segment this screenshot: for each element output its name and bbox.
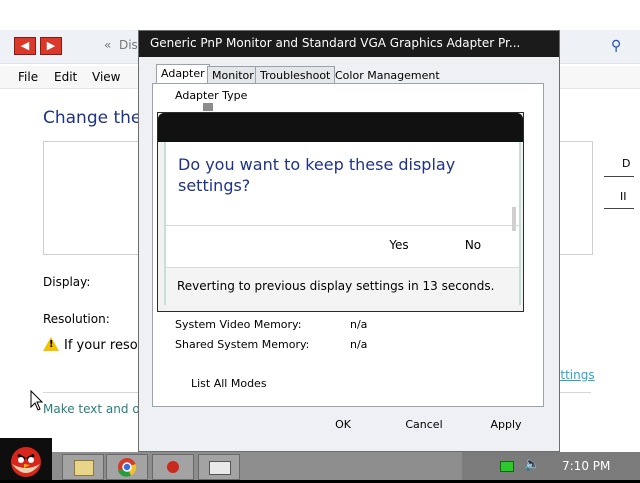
taskbar-app-chrome[interactable] [106,454,148,480]
breadcrumb-prefix: « [104,38,112,52]
dialog-titlebar [158,113,523,142]
breadcrumb-text: Dis [118,38,138,52]
identify-button-text[interactable]: D [622,157,630,170]
system-video-memory-label: System Video Memory: [175,318,302,331]
resolution-label: Resolution: [43,312,110,326]
search-icon[interactable]: ⚲ [611,38,621,54]
forward-arrow-icon[interactable]: ▶ [40,37,62,55]
volume-icon[interactable]: 🔈 [524,457,540,472]
page-title: Change the [43,108,142,128]
detect-button-text[interactable]: II [620,190,627,203]
system-tray [462,452,640,480]
taskbar-app-display[interactable] [198,454,240,480]
revert-countdown-text: Reverting to previous display settings i… [177,279,495,293]
ok-button[interactable]: OK [311,415,375,435]
menu-view[interactable]: View [92,70,120,84]
dialog-title: Generic PnP Monitor and Standard VGA Gra… [150,36,521,50]
start-button[interactable] [0,438,52,480]
bird-app-icon [167,461,179,473]
adapter-type-label: Adapter Type [175,89,248,102]
dialog-body: Do you want to keep these display settin… [164,142,521,305]
no-button[interactable]: No [458,238,488,252]
taskbar-app-game[interactable] [152,454,194,480]
dialog-footer: Reverting to previous display settings i… [166,268,519,305]
menu-edit[interactable]: Edit [54,70,77,84]
breadcrumb[interactable]: « Dis [104,38,138,52]
dialog-titlebar[interactable]: Generic PnP Monitor and Standard VGA Gra… [139,31,559,57]
warning-text: If your resol [64,338,142,353]
back-arrow-icon[interactable]: ◀ [14,37,36,55]
divider [166,225,519,226]
menu-file[interactable]: File [18,70,38,84]
scrollbar[interactable] [512,207,516,231]
shared-system-memory-label: Shared System Memory: [175,338,310,351]
network-icon[interactable] [500,461,514,472]
warning-icon-mark: ! [49,339,54,350]
shared-system-memory-value: n/a [350,338,368,351]
display-label: Display: [43,275,91,289]
confirm-question: Do you want to keep these display settin… [178,155,456,195]
start-bird-icon [11,447,41,477]
list-all-modes-button[interactable]: List All Modes [181,375,277,392]
clock[interactable]: 7:10 PM [562,459,610,473]
divider [604,208,634,209]
folder-icon [74,460,94,476]
monitor-icon [209,461,231,475]
make-text-larger-link[interactable]: Make text and o [43,402,140,416]
adapter-icon [203,103,213,111]
taskbar-app-explorer[interactable] [62,454,104,480]
system-video-memory-value: n/a [350,318,368,331]
cursor-icon [30,390,44,411]
yes-button[interactable]: Yes [384,238,414,252]
chrome-icon [118,458,137,477]
apply-button[interactable]: Apply [474,415,538,435]
keep-settings-dialog: Do you want to keep these display settin… [157,112,524,312]
cancel-button[interactable]: Cancel [392,415,456,435]
divider [604,176,634,177]
